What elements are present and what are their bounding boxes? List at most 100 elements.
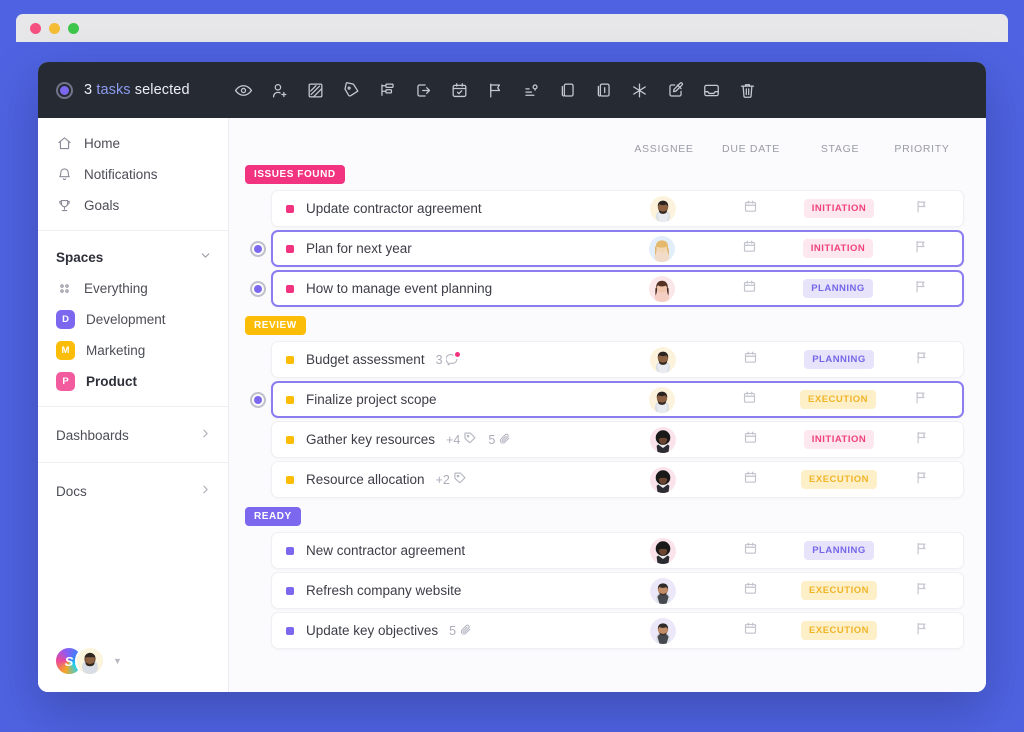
column-header-assignee[interactable]: ASSIGNEE (620, 143, 708, 155)
status-badge[interactable]: PLANNING (804, 541, 874, 560)
sidebar-item-everything[interactable]: Everything (38, 273, 228, 304)
priority-cell[interactable] (884, 390, 956, 410)
priority-cell[interactable] (885, 199, 957, 219)
table-row[interactable]: Finalize project scope EXECUTION (245, 381, 964, 418)
sidebar-item-development[interactable]: D Development (38, 304, 228, 335)
flag-icon[interactable] (914, 470, 929, 490)
task-row[interactable]: Gather key resources +4 5 INITIATION (271, 421, 964, 458)
calendar-icon[interactable] (742, 239, 757, 259)
chevron-down-icon[interactable] (199, 249, 212, 265)
close-icon[interactable] (30, 22, 41, 34)
due-date-cell[interactable] (707, 199, 793, 219)
status-badge[interactable]: EXECUTION (801, 621, 877, 640)
flag-icon[interactable] (914, 430, 929, 450)
avatar[interactable] (650, 195, 676, 222)
calendar-check-icon[interactable] (442, 73, 478, 107)
calendar-icon[interactable] (742, 390, 757, 410)
assignee-cell[interactable] (619, 426, 707, 453)
status-badge[interactable]: INITIATION (803, 430, 875, 449)
calendar-icon[interactable] (743, 541, 758, 561)
stage-cell[interactable]: PLANNING (793, 541, 885, 560)
table-row[interactable]: Refresh company website EXECUTION (245, 572, 964, 609)
sidebar-item-notifications[interactable]: Notifications (38, 159, 228, 190)
priority-cell[interactable] (885, 470, 957, 490)
flag-icon[interactable] (914, 350, 929, 370)
due-date-cell[interactable] (706, 239, 792, 259)
assignee-cell[interactable] (618, 275, 706, 302)
due-date-cell[interactable] (707, 470, 793, 490)
group-status-badge[interactable]: REVIEW (245, 316, 306, 335)
comment-count-meta[interactable]: 3 (436, 352, 460, 367)
task-row[interactable]: Budget assessment 3 PLANNING (271, 341, 964, 378)
flag-icon[interactable] (913, 279, 928, 299)
flag-icon[interactable] (914, 621, 929, 641)
assignee-cell[interactable] (618, 386, 706, 413)
due-date-cell[interactable] (706, 390, 792, 410)
priority-cell[interactable] (885, 350, 957, 370)
table-row[interactable]: How to manage event planning PLANNING (245, 270, 964, 307)
status-badge[interactable]: PLANNING (804, 350, 874, 369)
avatar[interactable] (649, 275, 675, 302)
status-badge[interactable]: EXECUTION (801, 581, 877, 600)
tag-count-meta[interactable]: +4 (446, 431, 477, 448)
chevron-down-icon[interactable]: ▼ (113, 656, 122, 666)
flag-icon[interactable] (914, 581, 929, 601)
duplicate-icon[interactable] (550, 73, 586, 107)
due-date-cell[interactable] (707, 430, 793, 450)
stage-cell[interactable]: EXECUTION (793, 581, 885, 600)
due-date-cell[interactable] (706, 279, 792, 299)
stage-cell[interactable]: PLANNING (792, 279, 884, 298)
column-header-stage[interactable]: STAGE (794, 143, 886, 155)
assignee-cell[interactable] (619, 617, 707, 644)
assignee-cell[interactable] (619, 346, 707, 373)
task-row[interactable]: Update key objectives 5 EXECUTION (271, 612, 964, 649)
stage-cell[interactable]: INITIATION (792, 239, 884, 258)
due-date-cell[interactable] (707, 581, 793, 601)
table-row[interactable]: Update key objectives 5 EXECUTION (245, 612, 964, 649)
chevron-right-icon[interactable] (199, 483, 212, 499)
assignee-cell[interactable] (618, 235, 706, 262)
tag-count-meta[interactable]: +2 (436, 471, 467, 488)
sidebar-item-goals[interactable]: Goals (38, 190, 228, 221)
stage-cell[interactable]: EXECUTION (793, 470, 885, 489)
priority-cell[interactable] (885, 581, 957, 601)
attachment-count-meta[interactable]: 5 (449, 623, 472, 639)
table-row[interactable]: New contractor agreement PLANNING (245, 532, 964, 569)
merge-icon[interactable] (622, 73, 658, 107)
avatar[interactable] (649, 235, 675, 262)
priority-cell[interactable] (884, 279, 956, 299)
group-status-badge[interactable]: ISSUES FOUND (245, 165, 345, 184)
row-select-radio[interactable] (250, 391, 266, 408)
stage-cell[interactable]: EXECUTION (793, 621, 885, 640)
avatar[interactable] (650, 537, 676, 564)
due-date-cell[interactable] (707, 621, 793, 641)
calendar-icon[interactable] (743, 430, 758, 450)
assignee-cell[interactable] (619, 577, 707, 604)
table-row[interactable]: Update contractor agreement INITIATION (245, 190, 964, 227)
avatar[interactable] (75, 646, 105, 676)
flag-icon[interactable] (914, 541, 929, 561)
avatar[interactable] (650, 577, 676, 604)
move-icon[interactable] (406, 73, 442, 107)
status-badge[interactable]: INITIATION (802, 239, 874, 258)
group-status-badge[interactable]: READY (245, 507, 301, 526)
sidebar-item-product[interactable]: P Product (38, 366, 228, 397)
calendar-icon[interactable] (742, 279, 757, 299)
assignee-cell[interactable] (619, 466, 707, 493)
task-row[interactable]: Refresh company website EXECUTION (271, 572, 964, 609)
task-row[interactable]: Plan for next year INITIATION (271, 230, 964, 267)
task-row[interactable]: Resource allocation +2 EXECUTION (271, 461, 964, 498)
task-row[interactable]: How to manage event planning PLANNING (271, 270, 964, 307)
flag-icon[interactable] (478, 73, 514, 107)
row-select-radio[interactable] (250, 240, 266, 257)
sort-icon[interactable] (514, 73, 550, 107)
selection-indicator-icon[interactable] (56, 81, 73, 99)
avatar[interactable] (650, 617, 676, 644)
sidebar-spaces-header[interactable]: Spaces (38, 241, 228, 273)
sidebar-item-marketing[interactable]: M Marketing (38, 335, 228, 366)
stage-cell[interactable]: EXECUTION (792, 390, 884, 409)
avatar[interactable] (650, 346, 676, 373)
table-row[interactable]: Gather key resources +4 5 INITIATION (245, 421, 964, 458)
assignee-cell[interactable] (619, 537, 707, 564)
stage-cell[interactable]: INITIATION (793, 430, 885, 449)
